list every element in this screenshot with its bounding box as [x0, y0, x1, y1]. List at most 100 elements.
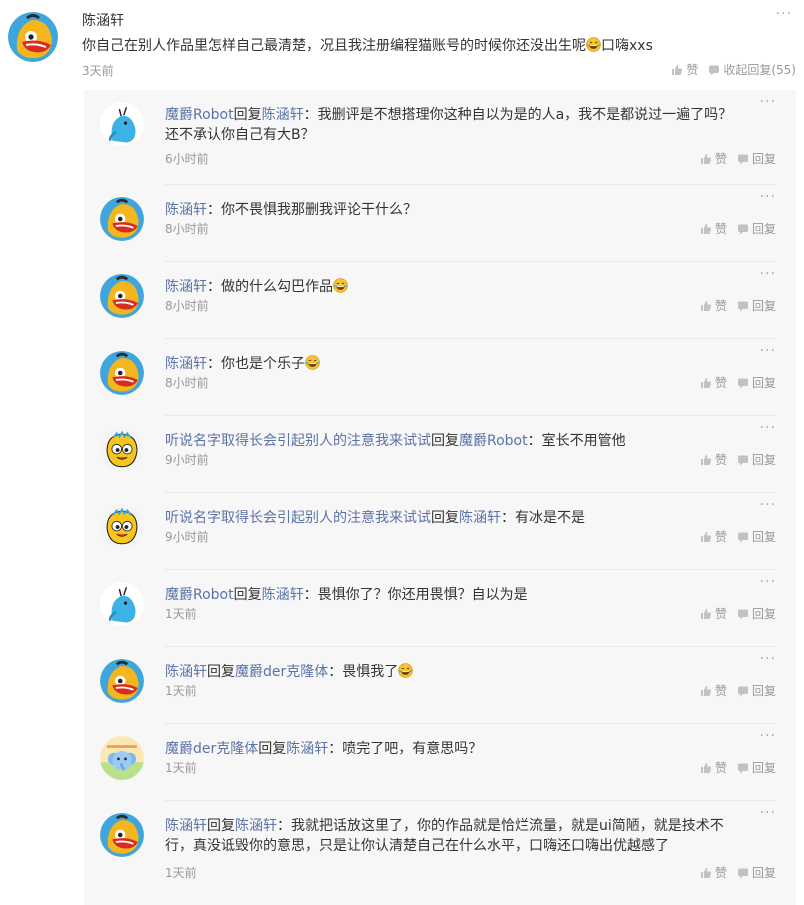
- reply-button[interactable]: 回复: [737, 150, 776, 167]
- reply-button[interactable]: 回复: [737, 864, 776, 881]
- comment-icon: [737, 762, 749, 774]
- reply-label: 回复: [751, 530, 776, 544]
- reply-label: 回复: [751, 684, 776, 698]
- like-button[interactable]: 赞: [700, 682, 727, 699]
- chen-avatar[interactable]: [100, 197, 144, 241]
- reply-item: 魔爵der克隆体回复陈涵轩：喷完了吧，有意思吗？ 1天前赞回复 ···: [84, 724, 796, 801]
- reply-time: 8小时前: [165, 299, 209, 313]
- reply-actions: 赞 回复: [700, 682, 776, 699]
- user-link[interactable]: 魔爵Robot: [459, 433, 528, 449]
- reply-text: 陈涵轩回复陈涵轩：我就把话放这里了，你的作品就是恰烂流量，就是ui简陋，就是技术…: [165, 816, 745, 856]
- reply-item: 魔爵Robot回复陈涵轩：我删评是不想搭理你这种自以为是的人a，我不是都说过一遍…: [84, 90, 796, 185]
- user-link[interactable]: 陈涵轩: [165, 664, 207, 680]
- more-options-icon[interactable]: ···: [760, 266, 776, 282]
- user-link[interactable]: 陈涵轩: [165, 202, 207, 218]
- user-link[interactable]: 陈涵轩: [165, 356, 207, 372]
- more-options-icon[interactable]: ···: [760, 728, 776, 744]
- reply-button[interactable]: 回复: [737, 605, 776, 622]
- reply-content: 回复: [258, 741, 287, 757]
- reply-content: ：你也是个乐子: [207, 356, 305, 372]
- reply-button[interactable]: 回复: [737, 759, 776, 776]
- chen-avatar[interactable]: [100, 659, 144, 703]
- reply-button[interactable]: 回复: [737, 451, 776, 468]
- reply-label: 回复: [751, 866, 776, 880]
- like-button[interactable]: 赞: [700, 864, 727, 881]
- chen-avatar[interactable]: [100, 274, 144, 318]
- main-comment: 陈涵轩 你自己在别人作品里怎样自己最清楚，况且我注册编程猫账号的时候你还没出生呢…: [0, 0, 804, 88]
- reply-time: 8小时前: [165, 376, 209, 390]
- user-link[interactable]: 陈涵轩: [262, 587, 304, 603]
- robot-avatar[interactable]: [100, 582, 144, 626]
- like-label: 赞: [714, 684, 727, 698]
- like-button[interactable]: 赞: [700, 220, 727, 237]
- thumb-up-icon: [700, 531, 712, 543]
- user-link[interactable]: 魔爵der克隆体: [165, 741, 258, 757]
- user-link[interactable]: 陈涵轩: [165, 818, 207, 834]
- reply-label: 回复: [751, 453, 776, 467]
- user-link[interactable]: 魔爵der克隆体: [235, 664, 328, 680]
- chen-avatar[interactable]: [100, 351, 144, 395]
- yellow-avatar[interactable]: [100, 428, 144, 472]
- like-button[interactable]: 赞: [700, 297, 727, 314]
- comment-icon: [737, 608, 749, 620]
- collapse-replies-button[interactable]: 收起回复(55): [708, 61, 796, 78]
- like-label: 赞: [714, 299, 727, 313]
- comment-icon: [737, 454, 749, 466]
- reply-content: ：做的什么勾巴作品: [207, 279, 333, 295]
- reply-button[interactable]: 回复: [737, 220, 776, 237]
- reply-content: ：你不畏惧我那删我评论干什么？: [207, 202, 417, 218]
- user-link[interactable]: 听说名字取得长会引起别人的注意我来试试: [165, 433, 431, 449]
- main-comment-text: 你自己在别人作品里怎样自己最清楚，况且我注册编程猫账号的时候你还没出生呢 口嗨xx…: [82, 35, 653, 55]
- reply-text: 听说名字取得长会引起别人的注意我来试试回复魔爵Robot：室长不用管他: [165, 431, 745, 451]
- reply-content: 回复: [233, 107, 262, 123]
- like-button[interactable]: 赞: [700, 605, 727, 622]
- robot-avatar[interactable]: [100, 102, 144, 146]
- reply-button[interactable]: 回复: [737, 528, 776, 545]
- like-button[interactable]: 赞: [700, 528, 727, 545]
- more-options-icon[interactable]: ···: [760, 574, 776, 590]
- user-link[interactable]: 听说名字取得长会引起别人的注意我来试试: [165, 510, 431, 526]
- reply-text: 陈涵轩：你也是个乐子: [165, 354, 745, 374]
- more-options-icon[interactable]: ···: [776, 6, 792, 22]
- more-options-icon[interactable]: ···: [760, 343, 776, 359]
- yellow-avatar[interactable]: [100, 505, 144, 549]
- user-link[interactable]: 陈涵轩: [459, 510, 501, 526]
- like-button[interactable]: 赞: [700, 451, 727, 468]
- user-link[interactable]: 陈涵轩: [262, 107, 304, 123]
- user-link[interactable]: 陈涵轩: [286, 741, 328, 757]
- reply-button[interactable]: 回复: [737, 297, 776, 314]
- reply-button[interactable]: 回复: [737, 374, 776, 391]
- reply-time: 1天前: [165, 684, 197, 698]
- reply-label: 回复: [751, 222, 776, 236]
- chen-avatar[interactable]: [100, 813, 144, 857]
- reply-time: 6小时前: [165, 152, 209, 166]
- more-options-icon[interactable]: ···: [760, 651, 776, 667]
- more-options-icon[interactable]: ···: [760, 189, 776, 205]
- reply-content: ：畏惧我了: [328, 664, 399, 680]
- reply-button[interactable]: 回复: [737, 682, 776, 699]
- comment-icon: [737, 153, 749, 165]
- like-button[interactable]: 赞: [671, 61, 698, 78]
- user-link[interactable]: 魔爵Robot: [165, 587, 234, 603]
- user-link[interactable]: 陈涵轩: [235, 818, 277, 834]
- reply-content: 回复: [233, 587, 262, 603]
- more-options-icon[interactable]: ···: [760, 497, 776, 513]
- more-options-icon[interactable]: ···: [760, 805, 776, 821]
- more-options-icon[interactable]: ···: [760, 94, 776, 110]
- reply-actions: 赞 回复: [700, 605, 776, 622]
- laugh-emoji-icon: [398, 663, 414, 680]
- comment-icon: [737, 685, 749, 697]
- like-button[interactable]: 赞: [700, 374, 727, 391]
- avatar[interactable]: [8, 12, 58, 62]
- elephant-avatar[interactable]: [100, 736, 144, 780]
- reply-content: ：喷完了吧，有意思吗？: [328, 741, 483, 757]
- like-button[interactable]: 赞: [700, 150, 727, 167]
- user-link[interactable]: 魔爵Robot: [165, 107, 234, 123]
- reply-time: 8小时前: [165, 222, 209, 236]
- user-link[interactable]: 陈涵轩: [165, 279, 207, 295]
- main-comment-author[interactable]: 陈涵轩: [82, 10, 124, 30]
- reply-label: 回复: [751, 299, 776, 313]
- laugh-emoji-icon: [586, 37, 601, 54]
- more-options-icon[interactable]: ···: [760, 420, 776, 436]
- like-button[interactable]: 赞: [700, 759, 727, 776]
